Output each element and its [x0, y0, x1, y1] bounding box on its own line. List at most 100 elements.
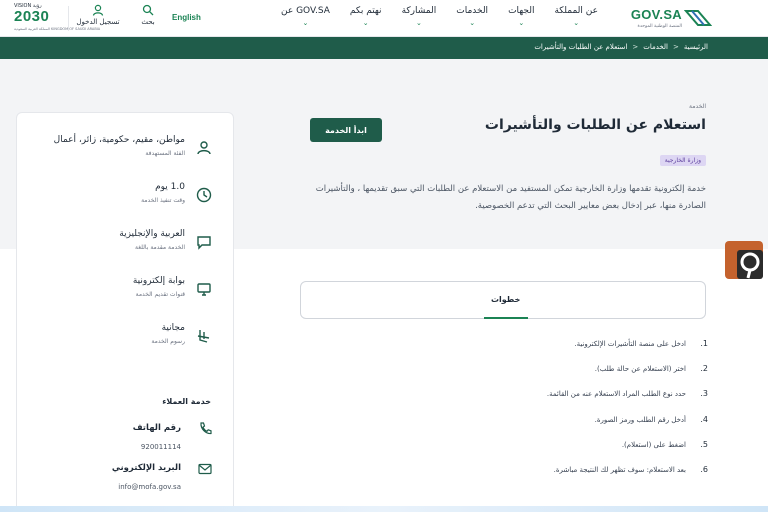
header-divider [68, 6, 69, 31]
users-icon [197, 141, 211, 155]
nav-agencies[interactable]: الجهات ⌄ [498, 0, 544, 27]
monitor-icon [197, 283, 211, 296]
badge-logo-icon [725, 241, 763, 279]
nav-label: نهتم بكم [349, 6, 382, 16]
chevron-down-icon: ⌄ [518, 19, 525, 27]
nav-label: المشاركة [401, 6, 437, 16]
info-execution-time: 1.0 يوم وقت تنفيذ الخدمة [15, 182, 233, 226]
step-number: 3. [700, 389, 708, 398]
contact-email: البريد الإلكتروني info@mofa.gov.sa [15, 461, 233, 501]
email-label: البريد الإلكتروني [111, 463, 181, 473]
nav-label: عن GOV.SA [280, 6, 330, 16]
nav-label: الخدمات [456, 6, 489, 16]
info-value: مواطن، مقيم، حكومية، زائر، أعمال [53, 135, 185, 145]
tab-steps[interactable]: خطوات [491, 295, 520, 304]
info-fees: مجانية رسوم الخدمة [15, 323, 233, 367]
floating-accessibility-badge[interactable] [723, 240, 765, 280]
step-text: اضغط على (استعلام). [621, 441, 686, 449]
start-service-button[interactable]: ابدأ الخدمة [310, 118, 382, 142]
step-item: 5. اضغط على (استعلام). [268, 440, 708, 456]
breadcrumb-services[interactable]: الخدمات [643, 43, 668, 51]
info-value: بوابة إلكترونية [132, 276, 185, 286]
step-number: 6. [700, 465, 708, 474]
step-number: 5. [700, 440, 708, 449]
step-text: اختر (الاستعلام عن حالة طلب). [594, 365, 686, 373]
vision-logo-year: 2030 [14, 8, 50, 25]
breadcrumb-separator: > [632, 43, 639, 51]
phone-icon [200, 422, 212, 435]
info-target-audience: مواطن، مقيم، حكومية، زائر، أعمال الفئة ا… [15, 135, 233, 179]
gov-sa-logo-subtitle: المنصة الوطنية الموحدة [637, 24, 682, 29]
phone-label: رقم الهاتف [132, 423, 181, 433]
search-button[interactable]: بحث [134, 4, 162, 26]
info-label: وقت تنفيذ الخدمة [141, 197, 185, 204]
nav-label: الجهات [508, 6, 535, 16]
nav-we-care[interactable]: نهتم بكم ⌄ [340, 0, 392, 27]
chevron-down-icon: ⌄ [362, 19, 369, 27]
search-label: بحث [141, 18, 155, 26]
info-channels: بوابة إلكترونية قنوات تقديم الخدمة [15, 276, 233, 320]
step-item: 4. أدخل رقم الطلب ورمز الصورة. [268, 415, 708, 431]
chevron-down-icon: ⌄ [415, 19, 422, 27]
service-info-card: مواطن، مقيم، حكومية، زائر، أعمال الفئة ا… [16, 112, 234, 512]
step-item: 2. اختر (الاستعلام عن حالة طلب). [268, 364, 708, 380]
breadcrumb-current: استعلام عن الطلبات والتأشيرات [534, 43, 628, 51]
mail-icon [198, 463, 212, 475]
nav-services[interactable]: الخدمات ⌄ [446, 0, 498, 27]
bottom-decorative-strip [0, 506, 768, 512]
nav-about-gov-sa[interactable]: عن GOV.SA ⌄ [271, 0, 340, 27]
info-languages: العربية والإنجليزية الخدمة مقدمة باللغة [15, 229, 233, 273]
login-label: تسجيل الدخول [76, 18, 120, 26]
chat-icon [197, 236, 211, 250]
login-button[interactable]: تسجيل الدخول [74, 4, 122, 26]
breadcrumb-home[interactable]: الرئيسية [684, 43, 708, 51]
step-number: 4. [700, 415, 708, 424]
gov-sa-logo[interactable]: GOV.SA المنصة الوطنية الموحدة [620, 4, 712, 34]
info-label: الخدمة مقدمة باللغة [134, 244, 185, 251]
chevron-down-icon: ⌄ [469, 19, 476, 27]
language-switch[interactable]: English [172, 13, 201, 22]
step-number: 1. [700, 339, 708, 348]
agency-badge[interactable]: وزارة الخارجية [659, 155, 706, 166]
step-item: 1. ادخل على منصة التأشيرات الإلكترونية. [268, 339, 708, 355]
riyal-icon [197, 330, 210, 343]
breadcrumb: الرئيسية > الخدمات > استعلام عن الطلبات … [534, 43, 708, 51]
breadcrumb-separator: > [673, 43, 679, 51]
info-value: مجانية [161, 323, 185, 333]
top-header: GOV.SA المنصة الوطنية الموحدة عن المملكة… [0, 0, 768, 37]
step-text: أدخل رقم الطلب ورمز الصورة. [594, 416, 686, 424]
step-item: 3. حدد نوع الطلب المراد الاستعلام عنه من… [268, 389, 708, 405]
service-type-label: الخدمة [689, 103, 706, 110]
gov-sa-logo-text: GOV.SA [630, 7, 682, 22]
tab-active-indicator [484, 317, 528, 319]
vision-logo-line3: المملكة العربية السعودية KINGDOM OF SAUD… [14, 27, 101, 31]
contact-phone: رقم الهاتف 920011114 [15, 421, 233, 461]
steps-tab-panel: خطوات [300, 281, 706, 319]
clock-icon [196, 187, 212, 203]
step-number: 2. [700, 364, 708, 373]
main-nav: عن المملكة ⌄ الجهات ⌄ الخدمات ⌄ المشاركة ⌄ ن… [271, 0, 608, 37]
nav-participation[interactable]: المشاركة ⌄ [392, 0, 447, 27]
step-item: 6. بعد الاستعلام: سوف تظهر لك النتيجة مب… [268, 465, 708, 481]
step-text: حدد نوع الطلب المراد الاستعلام عنه من ال… [546, 390, 686, 398]
phone-number[interactable]: 920011114 [141, 443, 181, 451]
step-text: ادخل على منصة التأشيرات الإلكترونية. [574, 340, 686, 348]
info-value: العربية والإنجليزية [119, 229, 185, 239]
nav-label: عن المملكة [554, 6, 598, 16]
chevron-down-icon: ⌄ [573, 19, 580, 27]
breadcrumb-bar: الرئيسية > الخدمات > استعلام عن الطلبات … [0, 37, 768, 59]
vision-2030-logo: VISION رؤية 2030 المملكة العربية السعودي… [12, 2, 100, 36]
step-text: بعد الاستعلام: سوف تظهر لك النتيجة مباشر… [553, 466, 686, 474]
gov-sa-logo-icon [684, 10, 712, 26]
info-label: رسوم الخدمة [151, 338, 185, 345]
nav-about-kingdom[interactable]: عن المملكة ⌄ [544, 0, 608, 27]
search-icon [142, 4, 154, 16]
chevron-down-icon: ⌄ [302, 19, 309, 27]
user-icon [92, 4, 104, 16]
info-label: قنوات تقديم الخدمة [135, 291, 185, 298]
info-label: الفئة المستهدفة [145, 150, 185, 157]
service-description: خدمة إلكترونية تقدمها وزارة الخارجية تمك… [315, 184, 706, 211]
info-value: 1.0 يوم [155, 182, 185, 192]
page-title: استعلام عن الطلبات والتأشيرات [484, 117, 706, 133]
email-address[interactable]: info@mofa.gov.sa [118, 483, 181, 491]
